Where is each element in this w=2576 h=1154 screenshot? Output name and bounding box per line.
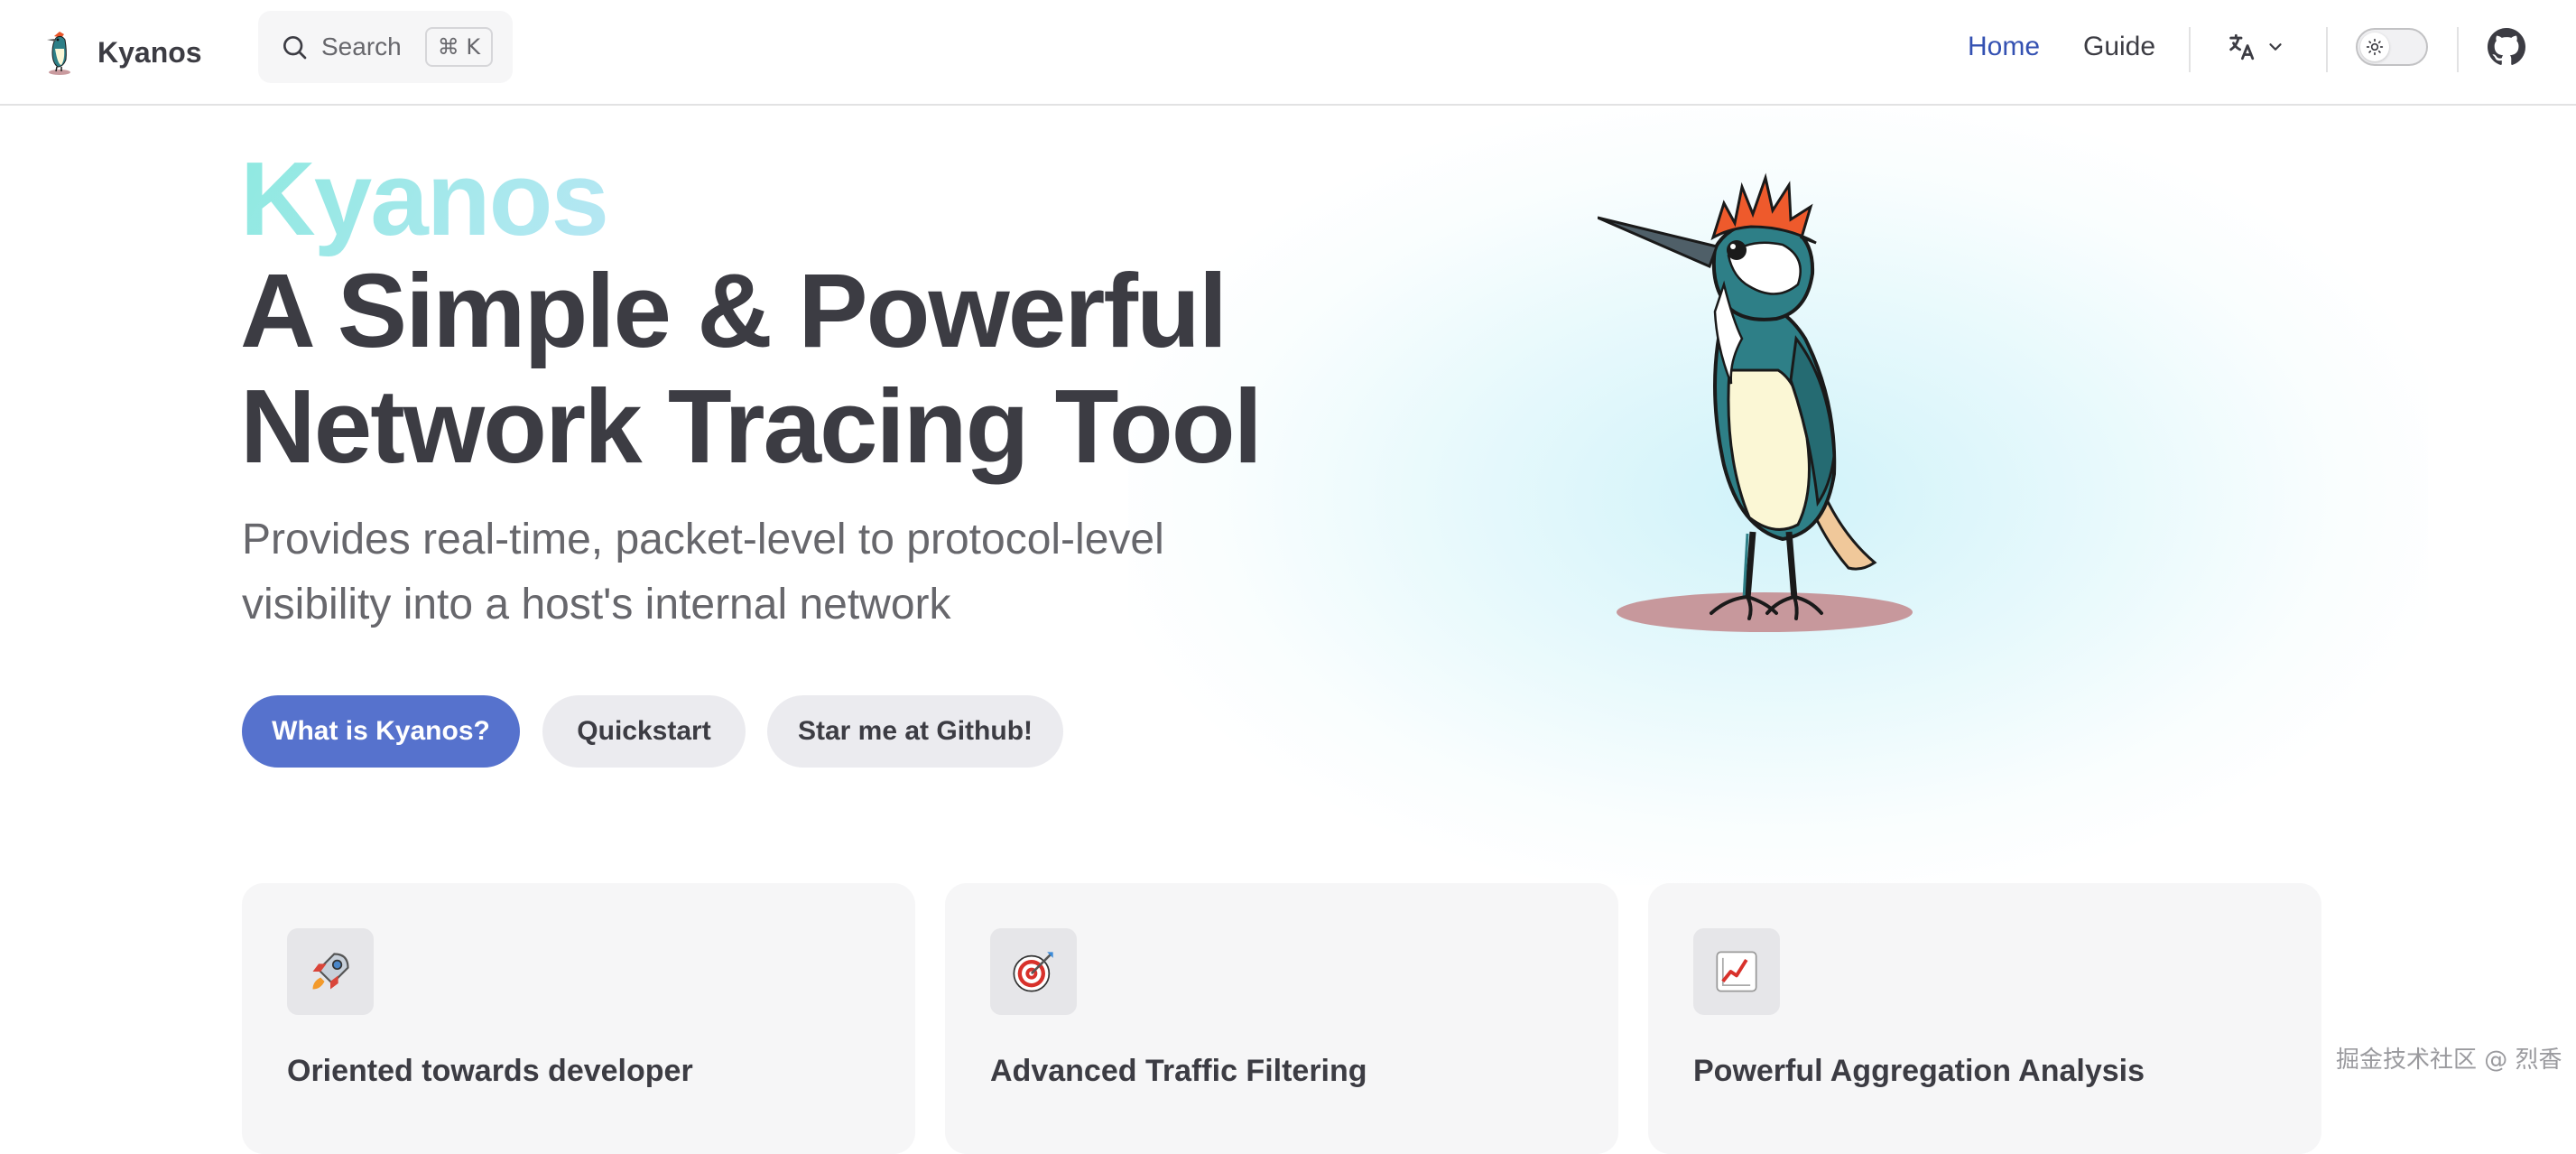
brand-link[interactable]: Kyanos <box>42 25 202 79</box>
chart-increasing-icon <box>1693 928 1780 1015</box>
rocket-icon <box>287 928 374 1015</box>
feature-title: Powerful Aggregation Analysis <box>1693 1054 2145 1088</box>
search-icon <box>283 36 307 60</box>
star-github-button[interactable]: Star me at Github! <box>767 695 1063 768</box>
appearance-toggle[interactable] <box>2356 28 2428 66</box>
kingfisher-mascot-image <box>1598 172 1913 632</box>
nav-divider <box>2326 27 2328 72</box>
watermark-text: 掘金技术社区 @ 烈香 <box>2336 1047 2562 1074</box>
nav-divider <box>2457 27 2459 72</box>
translate-icon <box>2229 33 2255 60</box>
chevron-down-icon <box>2269 43 2282 51</box>
feature-title: Oriented towards developer <box>287 1054 693 1088</box>
kingfisher-logo-icon <box>47 32 70 75</box>
hero-title: A Simple & Powerful Network Tracing Tool <box>240 252 1263 485</box>
feature-title: Advanced Traffic Filtering <box>990 1054 1367 1088</box>
sun-icon <box>2366 38 2384 56</box>
what-is-kyanos-button[interactable]: What is Kyanos? <box>242 695 520 768</box>
nav-link-guide[interactable]: Guide <box>2083 27 2155 67</box>
hero-name: Kyanos <box>240 135 609 262</box>
target-icon <box>990 928 1077 1015</box>
search-button[interactable]: Search ⌘ K <box>258 11 513 83</box>
quickstart-button[interactable]: Quickstart <box>542 695 746 768</box>
nav-link-home[interactable]: Home <box>1968 27 2040 67</box>
feature-card: Oriented towards developer <box>242 883 915 1154</box>
github-icon[interactable] <box>2488 28 2525 66</box>
toggle-knob <box>2360 33 2389 61</box>
search-label: Search <box>321 33 402 60</box>
feature-card: Powerful Aggregation Analysis <box>1648 883 2321 1154</box>
top-nav: Kyanos Search ⌘ K Home Guide <box>0 0 2576 106</box>
brand-name: Kyanos <box>97 35 202 69</box>
language-menu-button[interactable] <box>2226 27 2285 67</box>
feature-card: Advanced Traffic Filtering <box>945 883 1618 1154</box>
nav-divider <box>2189 27 2191 72</box>
search-shortcut-hint: ⌘ K <box>424 27 494 67</box>
hero-tagline: Provides real-time, packet-level to prot… <box>242 516 1164 628</box>
